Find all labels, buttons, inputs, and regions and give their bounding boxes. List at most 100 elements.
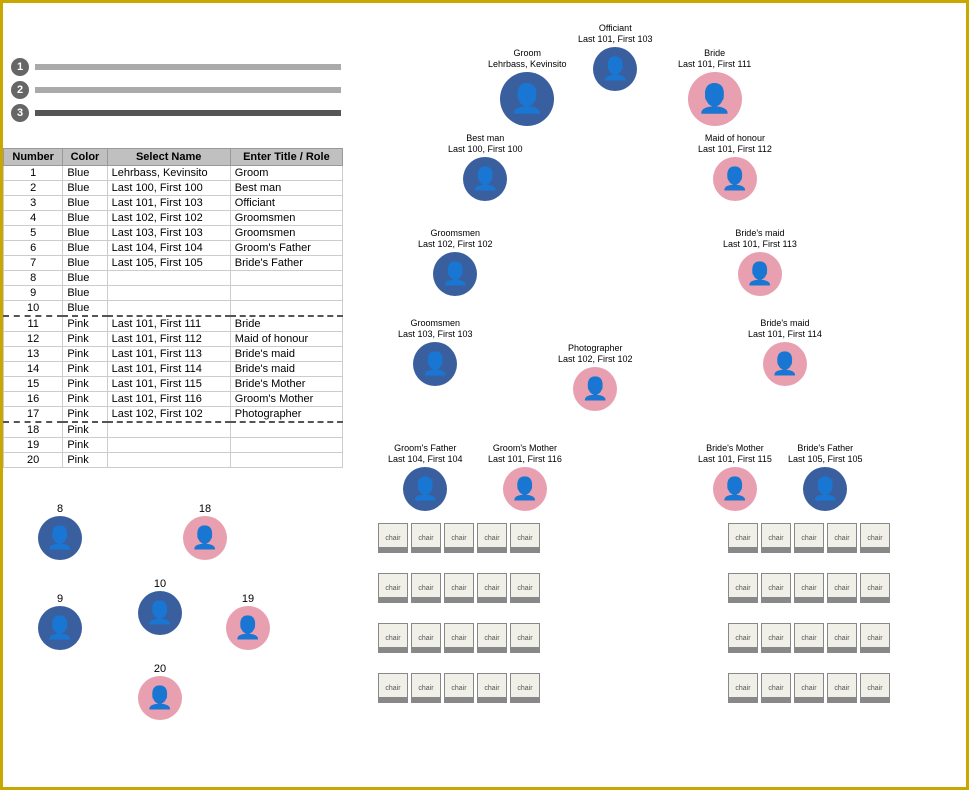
unassigned-person[interactable]: 18👤 — [183, 503, 227, 560]
person-node-bridefather[interactable]: Bride's Father Last 105, First 105👤 — [788, 443, 863, 511]
table-row: 13PinkLast 101, First 113Bride's maid — [4, 347, 343, 362]
person-node-groom[interactable]: Groom Lehrbass, Kevinsito👤 — [488, 48, 567, 126]
person-label: Bride's Mother Last 101, First 115 — [698, 443, 772, 465]
person-label: Groomsmen Last 102, First 102 — [418, 228, 493, 250]
unassigned-person[interactable]: 19👤 — [226, 593, 270, 650]
unassigned-area: 8👤18👤9👤10👤19👤20👤 — [8, 503, 338, 793]
chair: chair — [794, 523, 824, 553]
person-icon[interactable]: 👤 — [713, 467, 757, 511]
table-row: 10Blue — [4, 301, 343, 317]
person-icon[interactable]: 👤 — [403, 467, 447, 511]
unassigned-person[interactable]: 20👤 — [138, 663, 182, 720]
instruction-3: 3 — [11, 104, 341, 122]
chair: chair — [761, 623, 791, 653]
chair: chair — [860, 673, 890, 703]
chair: chair — [477, 523, 507, 553]
chair-row: chairchairchairchairchair — [728, 573, 890, 603]
chair: chair — [827, 673, 857, 703]
person-label: Groom's Mother Last 101, First 116 — [488, 443, 562, 465]
person-icon[interactable]: 👤 — [413, 342, 457, 386]
unassigned-person[interactable]: 8👤 — [38, 503, 82, 560]
person-node-groomsmen1[interactable]: Groomsmen Last 102, First 102👤 — [418, 228, 493, 296]
unassigned-person[interactable]: 9👤 — [38, 593, 82, 650]
person-icon[interactable]: 👤 — [503, 467, 547, 511]
table-row: 7BlueLast 105, First 105Bride's Father — [4, 256, 343, 271]
chair-row: chairchairchairchairchair — [378, 573, 540, 603]
person-node-groomfather[interactable]: Groom's Father Last 104, First 104👤 — [388, 443, 463, 511]
person-icon[interactable]: 👤 — [183, 516, 227, 560]
chair: chair — [728, 673, 758, 703]
person-label: Bride's maid Last 101, First 113 — [723, 228, 797, 250]
table-row: 11PinkLast 101, First 111Bride — [4, 316, 343, 332]
person-icon[interactable]: 👤 — [38, 606, 82, 650]
unassigned-num-label: 10 — [154, 578, 166, 590]
person-icon[interactable]: 👤 — [713, 157, 757, 201]
person-node-bride[interactable]: Bride Last 101, First 111👤 — [678, 48, 751, 126]
table-row: 5BlueLast 103, First 103Groomsmen — [4, 226, 343, 241]
person-icon[interactable]: 👤 — [433, 252, 477, 296]
chair: chair — [411, 573, 441, 603]
person-icon[interactable]: 👤 — [38, 516, 82, 560]
chair: chair — [860, 623, 890, 653]
table-row: 20Pink — [4, 453, 343, 468]
unassigned-num-label: 19 — [242, 593, 254, 605]
person-node-bridesmaid1[interactable]: Bride's maid Last 101, First 113👤 — [723, 228, 797, 296]
chair: chair — [477, 573, 507, 603]
table-row: 12PinkLast 101, First 112Maid of honour — [4, 332, 343, 347]
data-table: NumberColorSelect NameEnter Title / Role… — [3, 148, 343, 468]
person-icon[interactable]: 👤 — [763, 342, 807, 386]
table-header: Number — [4, 149, 63, 166]
instruction-num-2: 2 — [11, 81, 29, 99]
chair-row: chairchairchairchairchair — [378, 523, 540, 553]
person-icon[interactable]: 👤 — [738, 252, 782, 296]
person-node-groommother[interactable]: Groom's Mother Last 101, First 116👤 — [488, 443, 562, 511]
chair: chair — [827, 573, 857, 603]
table-row: 19Pink — [4, 438, 343, 453]
chair: chair — [477, 673, 507, 703]
chair: chair — [827, 523, 857, 553]
person-node-photographer[interactable]: Photographer Last 102, First 102👤 — [558, 343, 633, 411]
table-row: 1BlueLehrbass, KevinsitoGroom — [4, 166, 343, 181]
unassigned-person[interactable]: 10👤 — [138, 578, 182, 635]
chair: chair — [761, 573, 791, 603]
chair: chair — [794, 673, 824, 703]
chair: chair — [794, 573, 824, 603]
person-node-bridemother[interactable]: Bride's Mother Last 101, First 115👤 — [698, 443, 772, 511]
table-row: 18Pink — [4, 422, 343, 438]
person-node-groomsmen2[interactable]: Groomsmen Last 103, First 103👤 — [398, 318, 473, 386]
person-node-bridesmaid2[interactable]: Bride's maid Last 101, First 114👤 — [748, 318, 822, 386]
person-node-officiant[interactable]: Officiant Last 101, First 103👤 — [578, 23, 653, 91]
person-icon[interactable]: 👤 — [688, 72, 742, 126]
table-row: 15PinkLast 101, First 115Bride's Mother — [4, 377, 343, 392]
instruction-num-3: 3 — [11, 104, 29, 122]
instruction-2: 2 — [11, 81, 341, 99]
person-icon[interactable]: 👤 — [803, 467, 847, 511]
chair: chair — [761, 523, 791, 553]
person-icon[interactable]: 👤 — [138, 676, 182, 720]
person-label: Maid of honour Last 101, First 112 — [698, 133, 772, 155]
chair: chair — [444, 673, 474, 703]
diagram-area: Groom Lehrbass, Kevinsito👤Officiant Last… — [358, 13, 961, 782]
chair: chair — [477, 623, 507, 653]
table-row: 14PinkLast 101, First 114Bride's maid — [4, 362, 343, 377]
person-node-maidofhonour[interactable]: Maid of honour Last 101, First 112👤 — [698, 133, 772, 201]
person-icon[interactable]: 👤 — [226, 606, 270, 650]
instruction-text-3 — [35, 110, 341, 116]
person-icon[interactable]: 👤 — [593, 47, 637, 91]
person-icon[interactable]: 👤 — [500, 72, 554, 126]
table-row: 3BlueLast 101, First 103Officiant — [4, 196, 343, 211]
person-icon[interactable]: 👤 — [138, 591, 182, 635]
instruction-1: 1 — [11, 58, 341, 76]
chair-row: chairchairchairchairchair — [728, 673, 890, 703]
unassigned-num-label: 18 — [199, 503, 211, 515]
unassigned-num-label: 8 — [57, 503, 63, 515]
person-icon[interactable]: 👤 — [573, 367, 617, 411]
chair-row: chairchairchairchairchair — [728, 623, 890, 653]
instructions-panel: 1 2 3 — [11, 58, 341, 127]
person-node-bestman[interactable]: Best man Last 100, First 100👤 — [448, 133, 523, 201]
person-label: Bride's Father Last 105, First 105 — [788, 443, 863, 465]
person-icon[interactable]: 👤 — [463, 157, 507, 201]
table-header: Color — [63, 149, 107, 166]
person-label: Groom's Father Last 104, First 104 — [388, 443, 463, 465]
chair: chair — [411, 523, 441, 553]
